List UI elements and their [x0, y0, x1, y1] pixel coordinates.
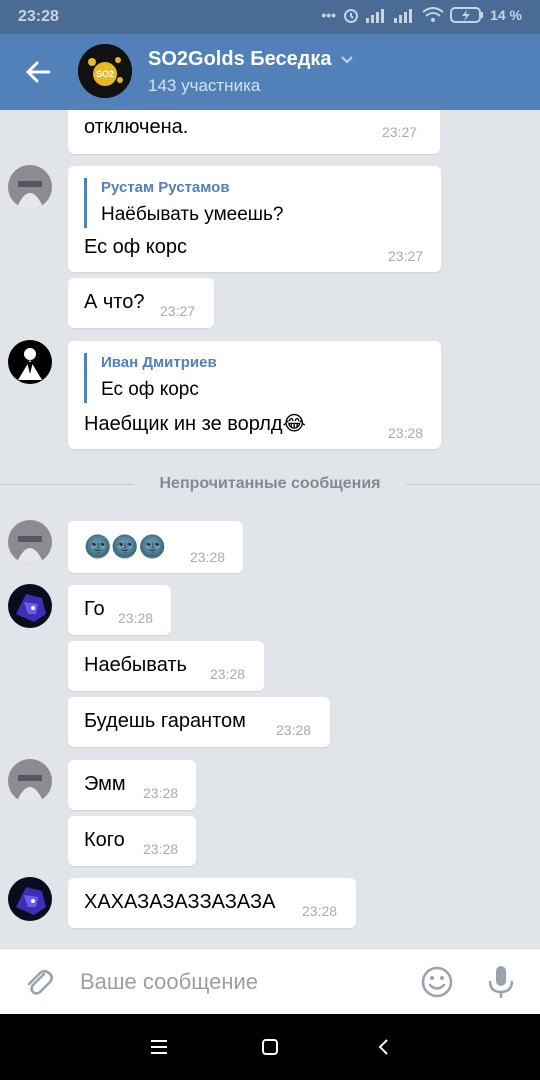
- message-bubble[interactable]: Кого 23:28: [68, 816, 196, 866]
- system-nav-bar: [0, 1014, 540, 1080]
- sender-avatar[interactable]: [8, 165, 52, 209]
- message-text: отключена.: [84, 116, 189, 138]
- message-text: ХАХАЗАЗАЗЗАЗАЗА: [84, 891, 276, 913]
- message-bubble[interactable]: Го 23:28: [68, 585, 171, 635]
- message-text: А что?: [84, 291, 145, 313]
- message-time: 23:28: [190, 549, 226, 565]
- message-input[interactable]: [80, 965, 400, 999]
- home-square-icon: [262, 1039, 278, 1055]
- message-bubble[interactable]: ХАХАЗАЗАЗЗАЗАЗА 23:28: [68, 878, 356, 928]
- message-bubble[interactable]: Эмм 23:28: [68, 760, 196, 810]
- sender-avatar[interactable]: [8, 759, 52, 803]
- alarm-icon: [344, 9, 359, 23]
- message-time: 23:28: [388, 425, 424, 441]
- chevron-left-icon: [378, 1039, 388, 1055]
- chat-header: SO2 SO2Golds Беседка 143 участника: [0, 34, 540, 110]
- quote-author: Иван Дмитриев: [101, 354, 217, 371]
- sender-avatar[interactable]: [8, 584, 52, 628]
- quote-text: Ес оф корс: [101, 379, 199, 400]
- message-time: 23:28: [143, 841, 179, 857]
- quote-author: Рустам Рустамов: [101, 179, 230, 196]
- message-time: 23:27: [160, 303, 196, 319]
- message-text: Будешь гарантом: [84, 710, 246, 732]
- paperclip-icon: [27, 970, 53, 995]
- avatar-logo-text: SO2: [96, 69, 114, 79]
- sender-avatar[interactable]: [8, 520, 52, 564]
- voice-message-button[interactable]: [484, 963, 518, 1001]
- message-time: 23:28: [118, 610, 154, 626]
- back-nav-button[interactable]: [368, 1032, 398, 1062]
- message-bubble-reply[interactable]: Иван Дмитриев Ес оф корс Наебщик ин зе в…: [68, 341, 441, 449]
- message-text: Го: [84, 598, 105, 620]
- quoted-message[interactable]: Иван Дмитриев Ес оф корс: [84, 353, 217, 403]
- signal-icon-2: [394, 9, 413, 23]
- message-bubble-reply[interactable]: Рустам Рустамов Наёбывать умеешь? Ес оф …: [68, 166, 441, 272]
- message-text: 🌚🌚🌚: [84, 534, 167, 559]
- status-bar: 23:28 ••• 14 %: [0, 0, 540, 34]
- status-time: 23:28: [18, 8, 59, 25]
- message-time: 23:28: [143, 785, 179, 801]
- message-text: Эмм: [84, 773, 126, 795]
- message-text: Ес оф корс: [84, 236, 188, 258]
- status-icons: ••• 14 %: [321, 6, 522, 24]
- microphone-icon: [488, 966, 514, 998]
- battery-icon: [450, 7, 484, 23]
- message-composer: [0, 948, 540, 1014]
- message-bubble[interactable]: Будешь гарантом 23:28: [68, 697, 330, 747]
- back-button[interactable]: [20, 54, 56, 90]
- signal-icon: [366, 9, 385, 23]
- hamburger-icon: [151, 1040, 167, 1054]
- message-text: Наебывать: [84, 654, 187, 676]
- sender-avatar[interactable]: [8, 877, 52, 921]
- chat-title[interactable]: SO2Golds Беседка: [148, 48, 354, 71]
- message-time: 23:28: [302, 903, 338, 919]
- arrow-left-icon: [26, 61, 51, 83]
- chat-members-count: 143 участника: [148, 76, 261, 95]
- menu-nav-button[interactable]: [144, 1032, 174, 1062]
- quoted-message[interactable]: Рустам Рустамов Наёбывать умеешь?: [84, 178, 284, 228]
- message-time: 23:28: [276, 722, 312, 738]
- message-time: 23:27: [388, 248, 424, 264]
- quote-text: Наёбывать умеешь?: [101, 204, 284, 225]
- smiley-icon: [421, 966, 453, 998]
- unread-divider: Непрочитанные сообщения: [0, 472, 540, 498]
- message-time: 23:28: [210, 666, 246, 682]
- wifi-icon: [422, 7, 444, 22]
- message-bubble[interactable]: Наебывать 23:28: [68, 641, 264, 691]
- message-text: Кого: [84, 829, 125, 851]
- message-bubble[interactable]: отключена. 23:27: [68, 110, 440, 154]
- message-bubble[interactable]: А что? 23:27: [68, 278, 214, 328]
- message-feed[interactable]: отключена. 23:27 Рустам Рустамов Наёбыва…: [0, 110, 540, 948]
- message-text: Наебщик ин зе ворлд😂: [84, 413, 306, 435]
- attach-button[interactable]: [22, 965, 56, 999]
- chat-title-text: SO2Golds Беседка: [148, 48, 332, 70]
- sender-avatar[interactable]: [8, 340, 52, 384]
- more-dots-icon: •••: [321, 7, 337, 23]
- divider-line: [406, 484, 540, 485]
- battery-level: 14 %: [490, 7, 522, 23]
- emoji-button[interactable]: [420, 965, 454, 999]
- message-time: 23:27: [382, 124, 418, 140]
- message-bubble[interactable]: 🌚🌚🌚 23:28: [68, 521, 243, 573]
- home-nav-button[interactable]: [255, 1032, 285, 1062]
- chat-avatar[interactable]: SO2: [78, 44, 132, 98]
- chevron-down-icon[interactable]: [340, 55, 354, 65]
